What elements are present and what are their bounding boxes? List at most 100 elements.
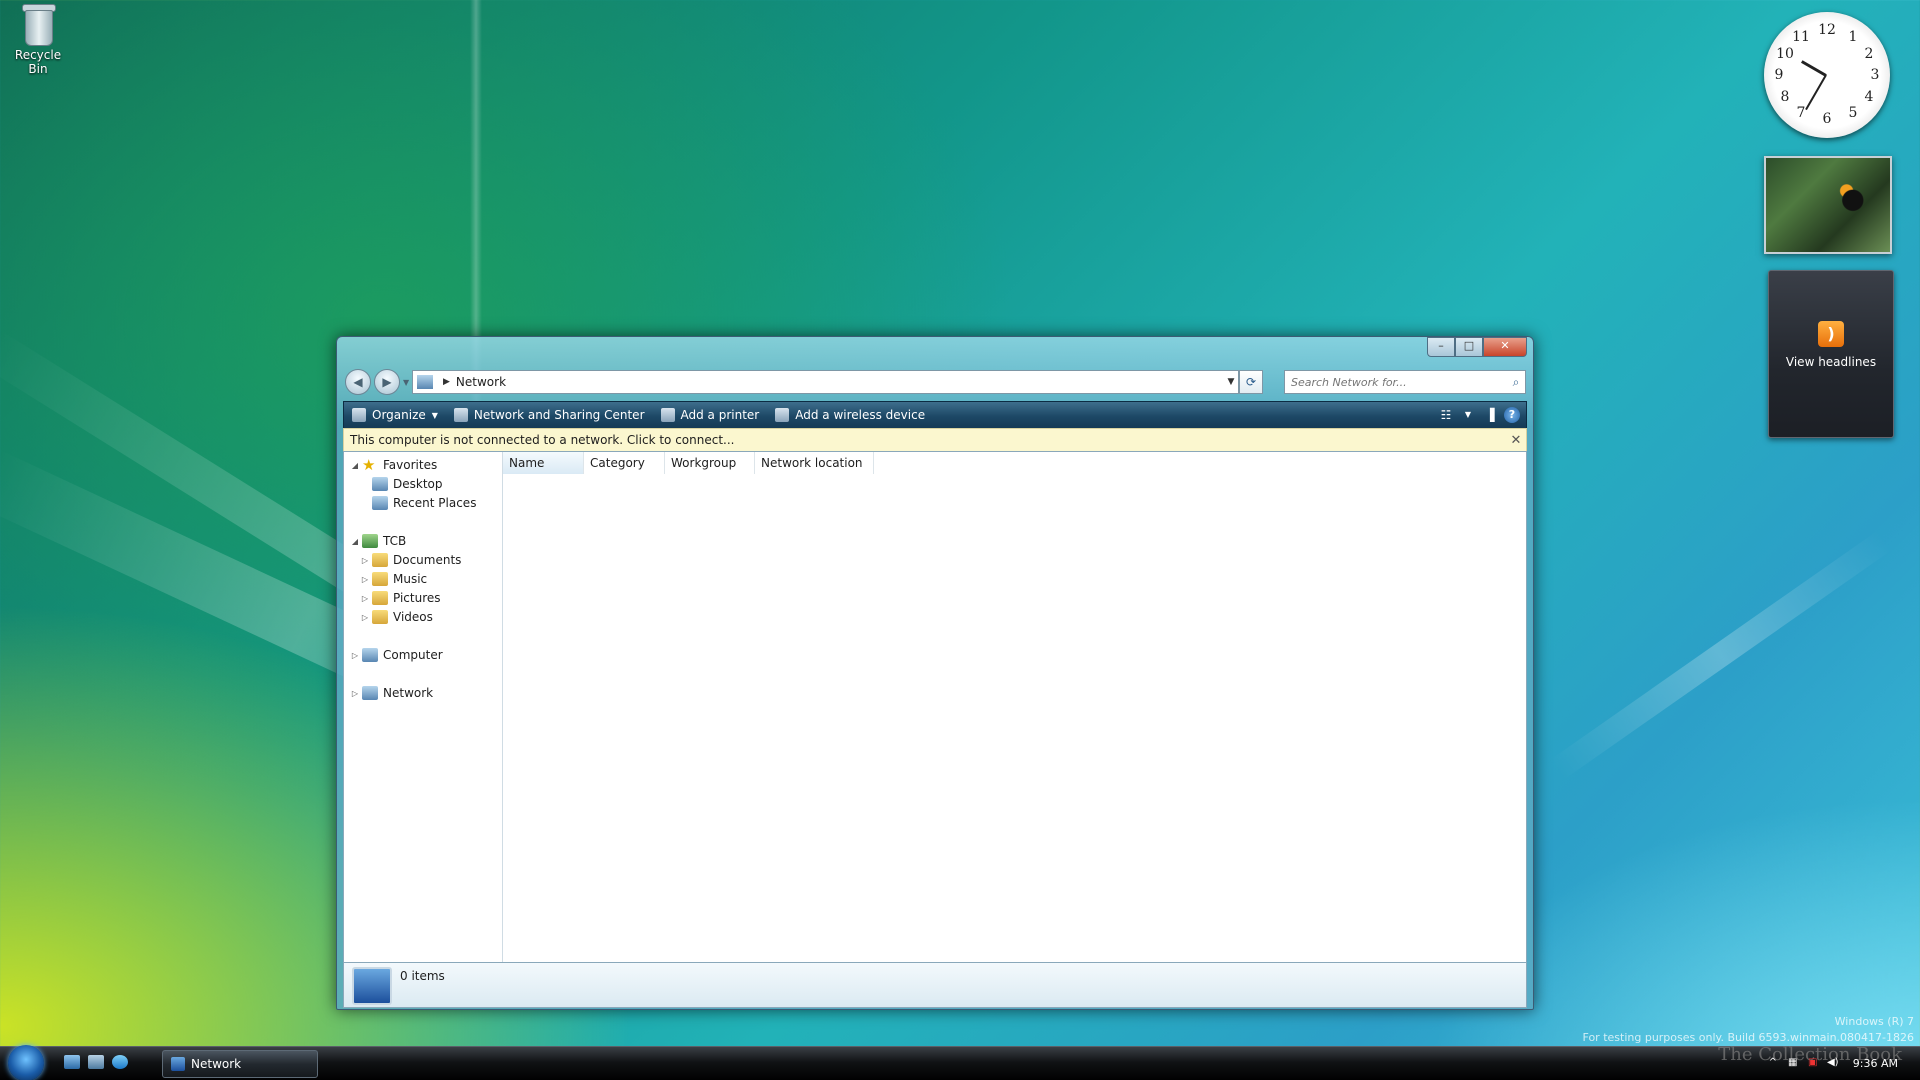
clock-numeral: 3	[1870, 67, 1880, 83]
add-wireless-device-button[interactable]: Add a wireless device	[767, 402, 933, 428]
watermark-line1: Windows (R) 7	[1834, 1015, 1914, 1028]
collapse-arrow-icon[interactable]: ▷	[360, 613, 370, 622]
organize-label: Organize	[372, 408, 426, 422]
computer-icon	[362, 648, 378, 662]
add-printer-label: Add a printer	[680, 408, 760, 422]
tree-item-label: Recent Places	[393, 496, 477, 510]
help-icon[interactable]: ?	[1504, 407, 1520, 423]
item-count: 0 items	[400, 969, 445, 983]
collapse-arrow-icon[interactable]: ▷	[350, 689, 360, 698]
recycle-bin-shortcut[interactable]: Recycle Bin	[6, 2, 70, 76]
search-box[interactable]: ⌕	[1284, 370, 1526, 394]
feed-label: View headlines	[1785, 355, 1877, 369]
navigation-pane[interactable]: ◢ ★ Favorites Desktop Recent Places ◢ TC…	[344, 452, 503, 962]
tree-item-desktop[interactable]: Desktop	[360, 477, 443, 491]
videos-folder-icon	[372, 610, 388, 624]
explorer-window[interactable]: – □ ✕ ◀ ▶ ▼ ▶ Network ▼ ⟳ ⌕ Organize ▼ N…	[336, 336, 1534, 1010]
slideshow-gadget[interactable]	[1764, 156, 1892, 254]
expand-arrow-icon[interactable]: ◢	[350, 537, 360, 546]
refresh-button[interactable]: ⟳	[1239, 370, 1263, 394]
network-icon	[417, 375, 433, 389]
clock-gadget[interactable]: 12 1 2 3 4 5 6 7 8 9 10 11	[1764, 12, 1890, 138]
close-button[interactable]: ✕	[1483, 337, 1527, 357]
views-chevron-icon[interactable]: ▼	[1463, 404, 1473, 426]
music-folder-icon	[372, 572, 388, 586]
tree-item-documents[interactable]: ▷ Documents	[360, 553, 461, 567]
network-sharing-icon	[453, 408, 468, 422]
info-bar[interactable]: This computer is not connected to a netw…	[343, 428, 1527, 452]
rss-icon: )	[1818, 321, 1844, 347]
preview-pane-icon[interactable]: ▐	[1479, 404, 1501, 426]
address-location[interactable]: Network	[456, 375, 1224, 389]
forward-button[interactable]: ▶	[374, 369, 400, 395]
tree-item-recent-places[interactable]: Recent Places	[360, 496, 476, 510]
network-sharing-center-button[interactable]: Network and Sharing Center	[446, 402, 653, 428]
desktop-icon	[372, 477, 388, 491]
tree-item-videos[interactable]: ▷ Videos	[360, 610, 433, 624]
recent-pages-chevron-icon[interactable]: ▼	[403, 378, 409, 387]
column-header-name[interactable]: Name	[503, 452, 584, 474]
documents-folder-icon	[372, 553, 388, 567]
search-input[interactable]	[1285, 374, 1507, 390]
action-center-icon[interactable]: ▣	[1806, 1057, 1820, 1069]
tree-item-music[interactable]: ▷ Music	[360, 572, 427, 586]
network-status-icon[interactable]: ▦	[1786, 1057, 1800, 1069]
close-info-bar-icon[interactable]: ✕	[1506, 433, 1526, 448]
clock-numeral: 10	[1776, 46, 1794, 62]
column-header-network-location[interactable]: Network location	[755, 452, 874, 474]
volume-icon[interactable]: ◀)	[1826, 1057, 1840, 1069]
clock-hour-hand	[1801, 60, 1827, 77]
expand-arrow-icon[interactable]: ◢	[350, 461, 360, 470]
tree-item-label: Documents	[393, 553, 462, 567]
tree-item-tcb[interactable]: ◢ TCB	[350, 534, 406, 548]
system-tray: ^ ▦ ▣ ◀) 9:36 AM	[1763, 1046, 1920, 1080]
clock-numeral: 9	[1774, 67, 1784, 83]
tree-item-label: Favorites	[383, 458, 438, 472]
minimize-button[interactable]: –	[1427, 337, 1455, 357]
tree-item-network[interactable]: ▷ Network	[350, 686, 433, 700]
clock-numeral: 12	[1818, 22, 1836, 38]
collapse-arrow-icon[interactable]: ▷	[360, 575, 370, 584]
build-watermark: Windows (R) 7 For testing purposes only.…	[1583, 1014, 1914, 1046]
tree-item-label: Desktop	[393, 477, 443, 491]
info-bar-message[interactable]: This computer is not connected to a netw…	[344, 433, 1506, 447]
column-header-category[interactable]: Category	[584, 452, 665, 474]
tree-item-favorites[interactable]: ◢ ★ Favorites	[350, 456, 438, 474]
show-desktop-icon[interactable]	[64, 1055, 80, 1069]
collapse-arrow-icon[interactable]: ▷	[360, 556, 370, 565]
search-icon[interactable]: ⌕	[1507, 375, 1525, 390]
taskbar-clock[interactable]: 9:36 AM	[1853, 1057, 1898, 1070]
switch-windows-icon[interactable]	[88, 1055, 104, 1069]
show-hidden-icons-chevron-icon[interactable]: ^	[1766, 1057, 1780, 1069]
maximize-button[interactable]: □	[1455, 337, 1483, 357]
tree-item-pictures[interactable]: ▷ Pictures	[360, 591, 441, 605]
tree-item-computer[interactable]: ▷ Computer	[350, 648, 443, 662]
start-button[interactable]	[8, 1045, 44, 1080]
feed-headlines-gadget[interactable]: ) View headlines	[1768, 270, 1894, 438]
clock-numeral: 1	[1848, 29, 1858, 45]
internet-explorer-icon[interactable]	[112, 1055, 128, 1069]
views-icon[interactable]: ☷	[1435, 404, 1457, 426]
column-header-workgroup[interactable]: Workgroup	[665, 452, 755, 474]
recycle-bin-icon	[21, 2, 56, 46]
collapse-arrow-icon[interactable]: ▷	[360, 594, 370, 603]
taskbar-button-network[interactable]: Network	[162, 1050, 318, 1078]
navigation-buttons: ◀ ▶ ▼	[345, 369, 409, 395]
collapse-arrow-icon[interactable]: ▷	[350, 651, 360, 660]
add-printer-button[interactable]: Add a printer	[653, 402, 768, 428]
network-sharing-label: Network and Sharing Center	[473, 408, 645, 422]
star-icon: ★	[362, 456, 376, 474]
network-icon	[362, 686, 378, 700]
user-folder-icon	[362, 534, 378, 548]
breadcrumb-arrow-icon[interactable]: ▶	[443, 377, 450, 387]
back-button[interactable]: ◀	[345, 369, 371, 395]
wallpaper-streak	[1550, 530, 1892, 780]
printer-icon	[660, 408, 675, 422]
address-history-dropdown-icon[interactable]: ▼	[1224, 377, 1238, 387]
recent-places-icon	[372, 496, 388, 510]
clock-numeral: 4	[1864, 89, 1874, 105]
address-bar[interactable]: ▶ Network ▼	[412, 370, 1239, 394]
organize-button[interactable]: Organize ▼	[344, 402, 446, 428]
toolbar-right-group: ☷ ▼ ▐ ?	[1432, 404, 1526, 426]
details-pane: 0 items	[343, 962, 1527, 1008]
